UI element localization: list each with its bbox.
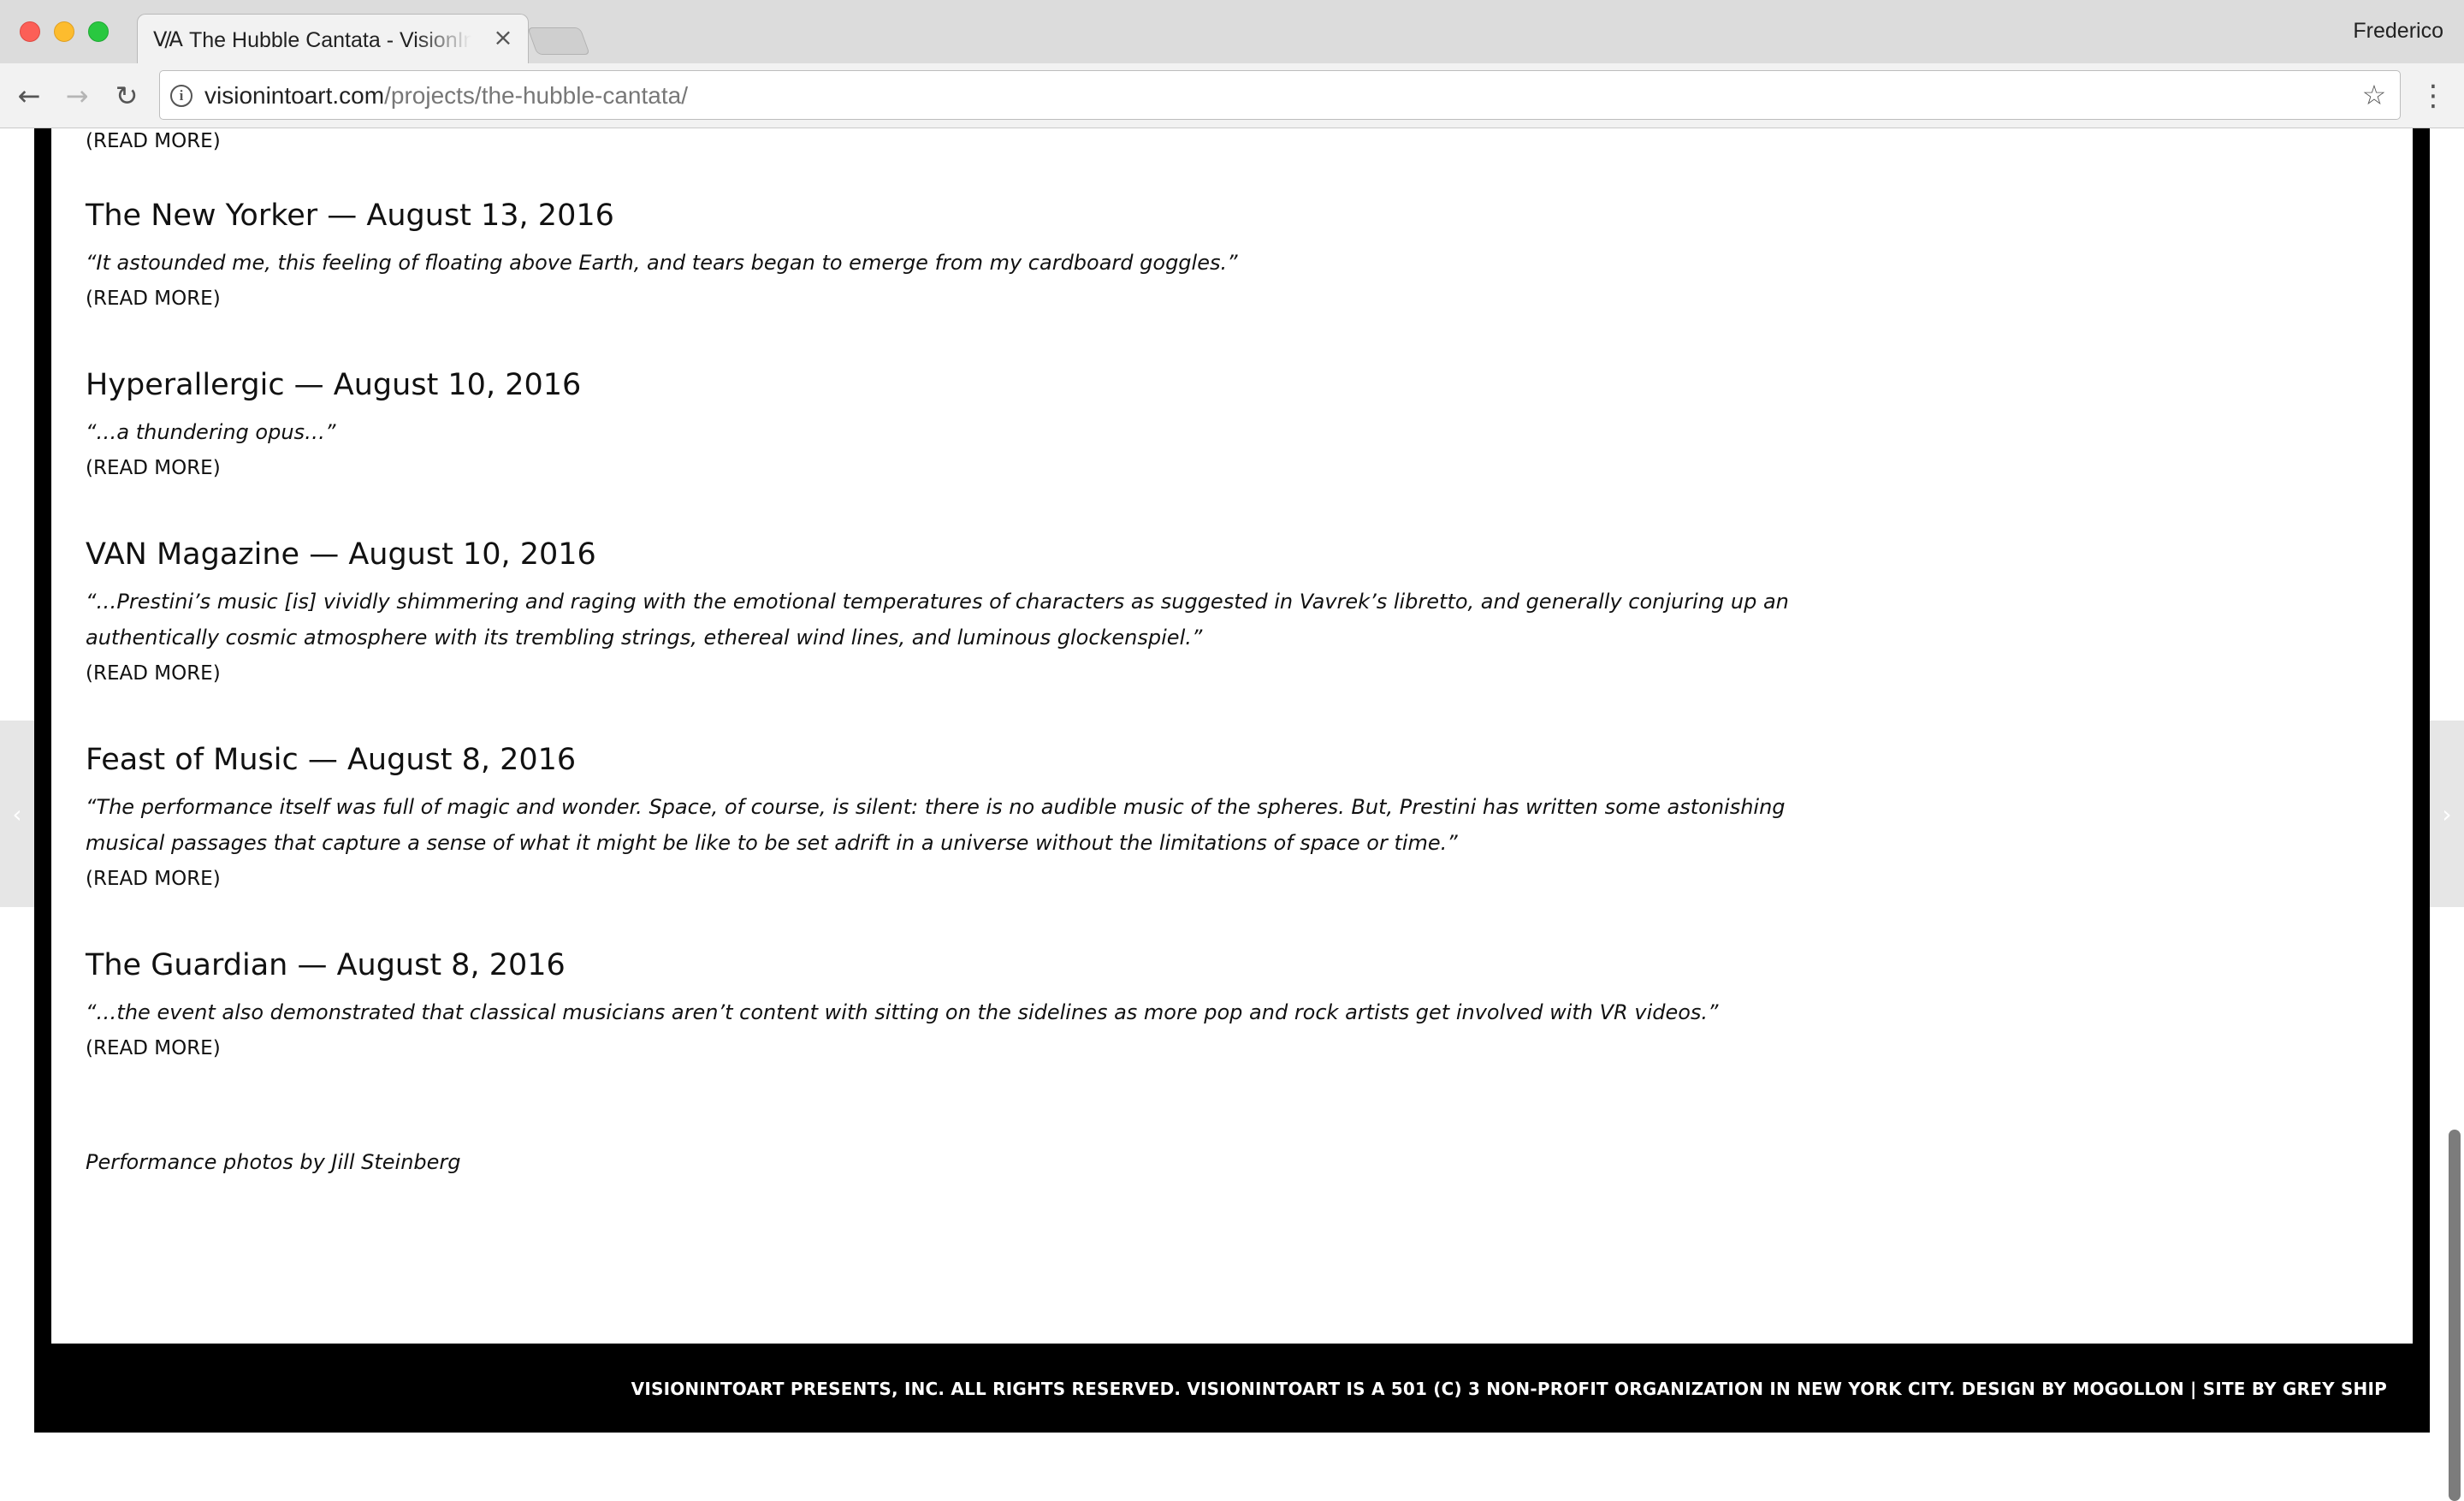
press-quote: “…a thundering opus…”: [86, 420, 336, 444]
scrollbar[interactable]: [2443, 128, 2464, 1501]
read-more-link[interactable]: (READ MORE): [86, 656, 1797, 691]
page-content: (READ MORE) The New Yorker — August 13, …: [51, 128, 2413, 1344]
reload-icon[interactable]: ↻: [110, 79, 144, 113]
press-item-hyperallergic: Hyperallergic — August 10, 2016 “…a thun…: [86, 365, 581, 486]
read-more-link[interactable]: (READ MORE): [86, 861, 1797, 897]
site-favicon-icon: V/A: [153, 27, 183, 51]
press-item-guardian: The Guardian — August 8, 2016 “…the even…: [86, 945, 1718, 1066]
press-heading: The New Yorker — August 13, 2016: [86, 199, 614, 233]
back-arrow-icon[interactable]: ←: [12, 79, 46, 113]
press-item-feast-of-music: Feast of Music — August 8, 2016 “The per…: [86, 739, 1797, 897]
url-host: visionintoart.com: [204, 82, 385, 109]
read-more-link[interactable]: (READ MORE): [86, 450, 581, 486]
window-zoom-button[interactable]: [88, 21, 109, 42]
press-heading: Feast of Music — August 8, 2016: [86, 743, 577, 777]
bookmark-star-icon[interactable]: ☆: [2359, 80, 2390, 110]
page-viewport: (READ MORE) The New Yorker — August 13, …: [0, 128, 2464, 1501]
photo-credit: Performance photos by Jill Steinberg: [86, 1150, 461, 1174]
slider-prev-chevron-icon[interactable]: ‹: [0, 721, 34, 907]
press-quote: “It astounded me, this feeling of floati…: [86, 251, 1238, 275]
kebab-menu-icon[interactable]: ⋮: [2418, 77, 2449, 115]
press-heading: The Guardian — August 8, 2016: [86, 948, 566, 982]
url-path: /projects/the-hubble-cantata/: [384, 82, 688, 109]
press-heading: VAN Magazine — August 10, 2016: [86, 537, 596, 572]
browser-tab-bar: V/A The Hubble Cantata - VisionIntoArt ×…: [0, 0, 2464, 63]
press-quote: “…the event also demonstrated that class…: [86, 1000, 1719, 1024]
forward-arrow-icon[interactable]: →: [60, 79, 94, 113]
window-minimize-button[interactable]: [54, 21, 74, 42]
browser-toolbar: ← → ↻ i visionintoart.com/projects/the-h…: [0, 63, 2464, 128]
press-item-new-yorker: The New Yorker — August 13, 2016 “It ast…: [86, 195, 1238, 317]
window-close-button[interactable]: [20, 21, 40, 42]
tab-title: The Hubble Cantata - VisionIntoArt: [189, 28, 471, 52]
press-item-van-magazine: VAN Magazine — August 10, 2016 “…Prestin…: [86, 534, 1797, 691]
profile-name[interactable]: Frederico: [2353, 19, 2443, 44]
press-heading: Hyperallergic — August 10, 2016: [86, 368, 582, 402]
read-more-link[interactable]: (READ MORE): [86, 281, 1238, 317]
read-more-link[interactable]: (READ MORE): [86, 1030, 1718, 1066]
new-tab-button[interactable]: [527, 27, 590, 55]
press-quote: “…Prestini’s music [is] vividly shimmeri…: [86, 590, 1789, 650]
press-quote: “The performance itself was full of magi…: [86, 795, 1786, 855]
info-icon[interactable]: i: [170, 85, 192, 107]
footer-copyright: VISIONINTOART PRESENTS, INC. ALL RIGHTS …: [631, 1379, 2387, 1399]
tab-close-icon[interactable]: ×: [490, 25, 516, 50]
address-bar[interactable]: i visionintoart.com/projects/the-hubble-…: [159, 70, 2401, 120]
browser-tab-active[interactable]: V/A The Hubble Cantata - VisionIntoArt ×: [137, 14, 529, 63]
read-more-link[interactable]: (READ MORE): [86, 128, 221, 159]
url-text[interactable]: visionintoart.com/projects/the-hubble-ca…: [204, 81, 688, 110]
scrollbar-thumb[interactable]: [2449, 1130, 2461, 1501]
